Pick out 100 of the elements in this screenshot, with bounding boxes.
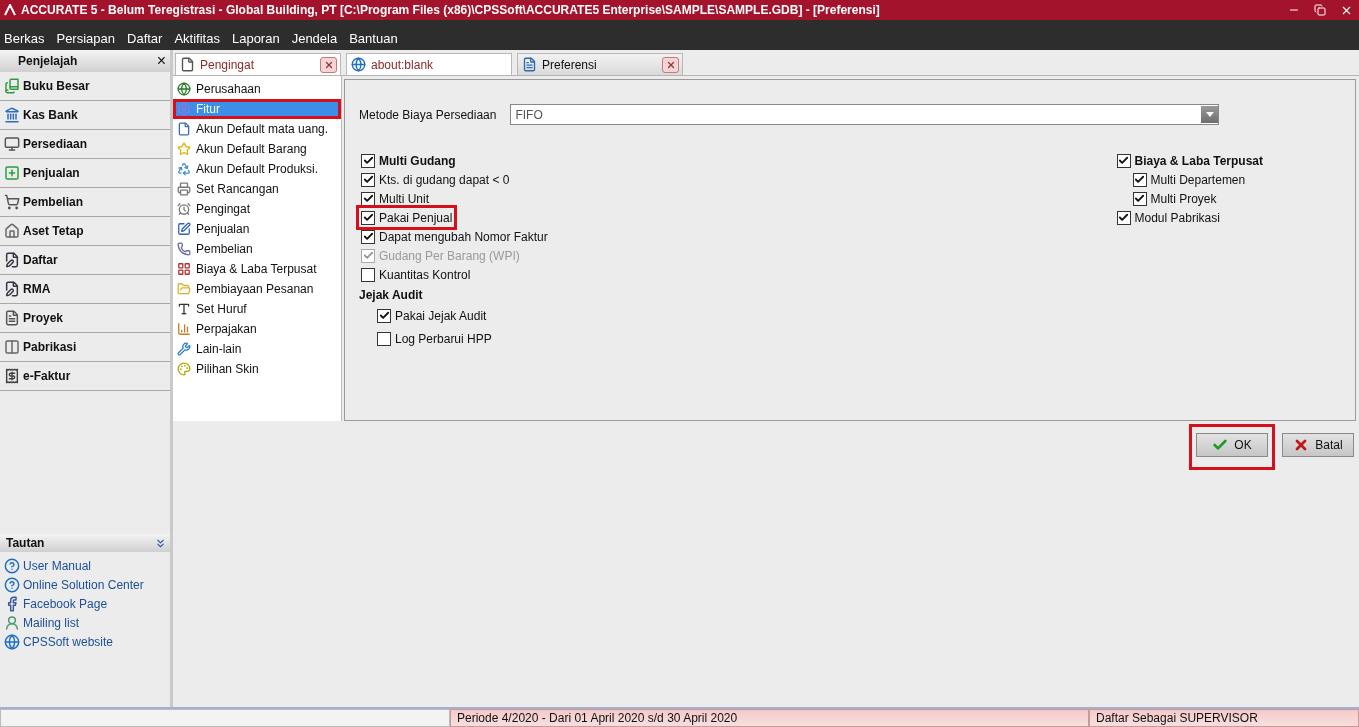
person-icon [4,614,20,631]
alarm-clock-icon [177,202,191,216]
checkbox[interactable] [361,210,375,225]
sidebar-item[interactable]: Penjualan [0,159,170,188]
tab[interactable]: Preferensi [517,53,683,75]
checkbox-option[interactable]: Log Perbarui HPP [375,329,494,348]
menu-item[interactable]: Berkas [4,31,45,46]
checkbox-option[interactable]: Biaya & Laba Terpusat [1114,151,1265,170]
checkbox-option[interactable]: Multi Unit [359,189,431,208]
highlighted-checkbox-option[interactable]: Pakai Penjual [359,208,455,227]
house-icon [4,223,20,239]
globe-icon [4,633,20,650]
tab-close-button[interactable] [662,56,679,73]
checkbox-option[interactable]: Dapat mengubah Nomor Faktur [359,227,550,246]
wrench-icon [177,342,191,356]
checkbox[interactable] [361,153,375,168]
checkbox[interactable] [361,172,375,187]
category-item[interactable]: Biaya & Laba Terpusat [173,259,341,279]
sidebar-item[interactable]: Proyek [0,304,170,333]
checkbox-option[interactable]: Multi Departemen [1130,170,1248,189]
restore-icon[interactable] [1314,4,1326,16]
checkbox-option[interactable]: Modul Pabrikasi [1114,208,1222,227]
cart-icon [4,194,20,210]
check-icon [1118,155,1129,166]
check-icon [362,250,374,261]
ok-button[interactable]: OK [1196,433,1268,457]
sidebar-item[interactable]: Persediaan [0,130,170,159]
category-item[interactable]: Pengingat [173,199,341,219]
columns-icon [4,339,20,355]
check-icon [1118,212,1129,223]
settings-icon [177,102,191,116]
tab-close-button[interactable] [320,56,337,73]
checkbox-option[interactable]: Pakai Jejak Audit [375,306,489,325]
menu-item[interactable]: Jendela [291,31,338,46]
status-period: Periode 4/2020 - Dari 01 April 2020 s/d 30 April 2020 [450,709,1089,727]
check-icon [362,155,374,166]
sidebar-item[interactable]: RMA [0,275,170,304]
checkbox-option[interactable]: Kuantitas Kontrol [359,265,473,284]
document-icon [4,310,20,326]
dropdown-field[interactable]: FIFO [510,104,1219,125]
checkbox[interactable] [361,191,375,206]
sidebar-item[interactable]: Daftar [0,246,170,275]
document-icon [180,57,195,72]
menu-item[interactable]: Laporan [231,31,280,46]
checkbox[interactable] [1116,153,1131,168]
recycle-icon [177,162,191,176]
category-item[interactable]: Akun Default mata uang. [173,119,341,139]
plus-icon [4,165,20,181]
check-icon [378,310,390,321]
category-item[interactable]: Penjualan [173,219,341,239]
checkbox[interactable] [377,308,391,323]
category-item[interactable]: Lain-lain [173,339,341,359]
menu-item[interactable]: Aktifitas [174,31,220,46]
category-item[interactable]: Perpajakan [173,319,341,339]
menu-item[interactable]: Bantuan [349,31,398,46]
phone-icon [177,242,191,256]
link[interactable]: Mailing list [4,613,170,632]
checkbox[interactable] [1116,210,1131,225]
category-item[interactable]: Pembiayaan Pesanan [173,279,341,299]
books-icon [4,78,20,94]
font-icon [177,302,191,316]
menu-item[interactable]: Persiapan [56,31,115,46]
checkbox-option[interactable]: Multi Proyek [1130,189,1219,208]
checkbox[interactable] [1132,172,1147,187]
category-item[interactable]: Akun Default Barang [173,139,341,159]
category-item[interactable]: Pilihan Skin [173,359,341,379]
palette-icon [177,362,191,376]
check-icon [1212,437,1229,453]
sidebar-item[interactable]: Pabrikasi [0,333,170,362]
close-icon [323,59,334,70]
cancel-button[interactable]: Batal [1282,433,1354,457]
close-button[interactable]: × [156,52,166,70]
globe-icon [177,82,191,96]
link[interactable]: Facebook Page [4,594,170,613]
checkbox[interactable] [377,331,391,346]
checkbox[interactable] [1132,191,1147,206]
close-icon [665,59,676,70]
sidebar-item[interactable]: e-Faktur [0,362,170,391]
pen-document-icon [4,281,20,297]
checkbox-option[interactable]: Multi Gudang [359,151,458,170]
checkbox-option[interactable]: Kts. di gudang dapat < 0 [359,170,512,189]
sidebar-item[interactable]: Kas Bank [0,101,170,130]
link[interactable]: Online Solution Center [4,575,170,594]
links-title: Tautan [6,536,45,550]
sidebar-item[interactable]: Buku Besar [0,72,170,101]
category-item[interactable]: Perusahaan [173,79,341,99]
sidebar-item[interactable]: Pembelian [0,188,170,217]
grid-icon [177,262,191,276]
folder-icon [177,282,191,296]
category-item[interactable]: Set Huruf [173,299,341,319]
category-item[interactable]: Akun Default Produksi. [173,159,341,179]
category-item[interactable]: Pembelian [173,239,341,259]
link[interactable]: User Manual [4,556,170,575]
category-item[interactable]: Set Rancangan [173,179,341,199]
tab[interactable]: Pengingat [175,53,341,75]
tab[interactable]: about:blank [346,53,512,75]
sidebar-item[interactable]: Aset Tetap [0,217,170,246]
link[interactable]: CPSSoft website [4,632,170,651]
checkbox[interactable] [361,267,375,282]
menu-item[interactable]: Daftar [127,31,163,46]
